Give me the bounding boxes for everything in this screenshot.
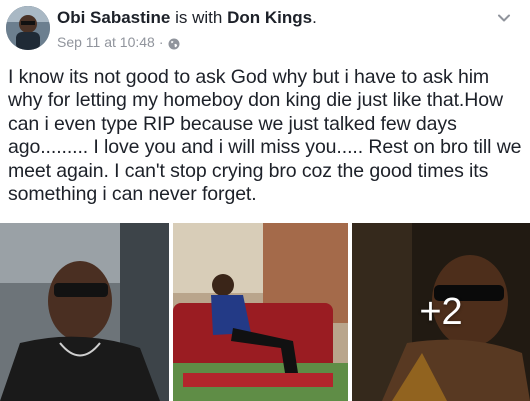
photo-thumbnail[interactable] — [173, 223, 348, 401]
post-meta: Sep 11 at 10:48 · — [57, 33, 180, 51]
title-period: . — [312, 8, 317, 27]
chevron-down-icon[interactable] — [496, 10, 512, 26]
tagged-person-link[interactable]: Don Kings — [227, 8, 312, 27]
meta-separator: · — [158, 34, 164, 50]
with-text: is with — [170, 8, 228, 27]
post-timestamp[interactable]: Sep 11 at 10:48 — [57, 33, 155, 51]
avatar[interactable] — [6, 6, 50, 50]
post-header: Obi Sabastine is with Don Kings. Sep 11 … — [0, 0, 530, 58]
post-body-text: I know its not good to ask God why but i… — [8, 66, 522, 206]
photo-grid: +2 — [0, 223, 530, 401]
avatar-photo — [6, 6, 50, 50]
more-photos-overlay[interactable]: +2 — [352, 223, 530, 401]
more-photos-count: +2 — [419, 290, 463, 333]
photo-thumbnail[interactable] — [0, 223, 169, 401]
globe-icon[interactable] — [168, 36, 180, 50]
post-title: Obi Sabastine is with Don Kings. — [57, 8, 317, 28]
author-name-link[interactable]: Obi Sabastine — [57, 8, 170, 27]
photo-thumbnail[interactable]: +2 — [352, 223, 530, 401]
